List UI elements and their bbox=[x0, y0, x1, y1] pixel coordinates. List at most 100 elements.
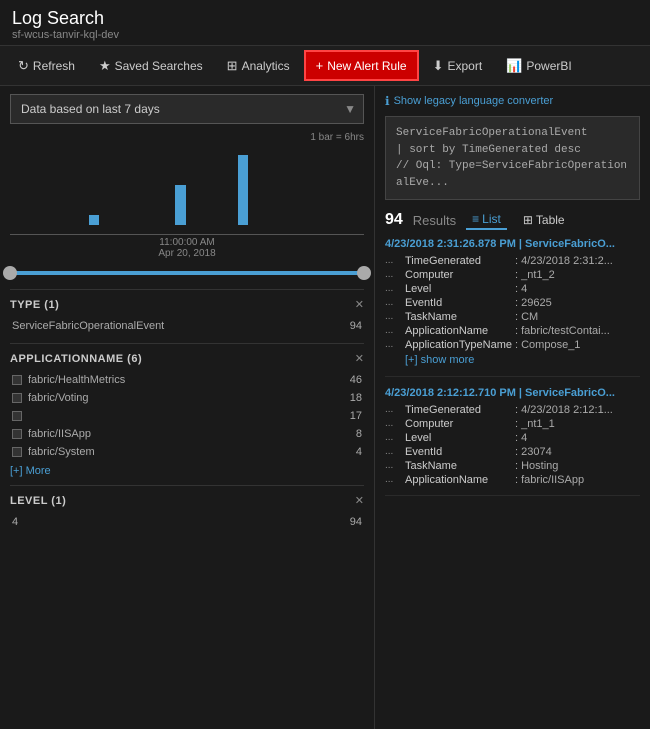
field-name: Level bbox=[405, 432, 515, 444]
type-filter-name: ServiceFabricOperationalEvent bbox=[12, 320, 164, 332]
expand-icon[interactable]: ... bbox=[385, 460, 401, 471]
result-field: ... TaskName : Hosting bbox=[385, 459, 640, 473]
chart-bar bbox=[89, 215, 99, 225]
level-filter-rows: 4 94 bbox=[10, 513, 364, 531]
show-more-button[interactable]: [+] show more bbox=[405, 352, 474, 368]
new-alert-button[interactable]: + New Alert Rule bbox=[304, 50, 419, 81]
toolbar: ↻ Refresh ★ Saved Searches ⊞ Analytics +… bbox=[0, 45, 650, 86]
list-item: fabric/HealthMetrics 46 bbox=[10, 371, 364, 389]
star-icon: ★ bbox=[99, 58, 111, 74]
expand-icon[interactable]: ... bbox=[385, 311, 401, 322]
expand-icon[interactable]: ... bbox=[385, 297, 401, 308]
type-filter-header: TYPE (1) ✕ bbox=[10, 298, 364, 313]
range-slider[interactable] bbox=[10, 263, 364, 283]
applicationname-filter-title: APPLICATIONNAME (6) bbox=[10, 353, 142, 365]
expand-icon[interactable]: ... bbox=[385, 283, 401, 294]
filter-name: fabric/Voting bbox=[28, 392, 89, 404]
type-filter-title: TYPE (1) bbox=[10, 299, 59, 311]
field-value: : Compose_1 bbox=[515, 339, 580, 351]
expand-icon[interactable]: ... bbox=[385, 418, 401, 429]
result-field: ... ApplicationName : fabric/IISApp bbox=[385, 473, 640, 487]
field-name: Computer bbox=[405, 269, 515, 281]
level-filter-close[interactable]: ✕ bbox=[355, 494, 364, 507]
filter-count: 18 bbox=[350, 392, 362, 404]
applicationname-filter-close[interactable]: ✕ bbox=[355, 352, 364, 365]
level-filter-header: LEVEL (1) ✕ bbox=[10, 494, 364, 509]
field-value: : fabric/testContai... bbox=[515, 325, 610, 337]
filter-checkbox[interactable] bbox=[12, 393, 22, 403]
expand-icon[interactable]: ... bbox=[385, 325, 401, 336]
app-title: Log Search bbox=[12, 8, 638, 29]
filter-checkbox[interactable] bbox=[12, 411, 22, 421]
field-value: : fabric/IISApp bbox=[515, 474, 584, 486]
field-value: : 4 bbox=[515, 432, 527, 444]
app-header: Log Search sf-wcus-tanvir-kql-dev bbox=[0, 0, 650, 45]
plus-icon: + bbox=[316, 58, 324, 73]
table-view-button[interactable]: ⊞ Table bbox=[517, 211, 571, 229]
field-name: ApplicationName bbox=[405, 325, 515, 337]
results-label: Results bbox=[413, 213, 456, 228]
filter-name: 4 bbox=[12, 516, 18, 528]
filter-checkbox[interactable] bbox=[12, 429, 22, 439]
result-timestamp: 4/23/2018 2:12:12.710 PM | ServiceFabric… bbox=[385, 387, 640, 399]
powerbi-button[interactable]: 📊 PowerBI bbox=[496, 52, 582, 80]
result-field: ... Level : 4 bbox=[385, 431, 640, 445]
applicationname-show-more[interactable]: [+] More bbox=[10, 465, 51, 477]
filter-count: 17 bbox=[350, 410, 362, 422]
level-filter-section: LEVEL (1) ✕ 4 94 bbox=[10, 494, 364, 531]
saved-searches-button[interactable]: ★ Saved Searches bbox=[89, 52, 213, 80]
expand-icon[interactable]: ... bbox=[385, 474, 401, 485]
analytics-button[interactable]: ⊞ Analytics bbox=[217, 52, 300, 80]
result-timestamp: 4/23/2018 2:31:26.878 PM | ServiceFabric… bbox=[385, 238, 640, 250]
powerbi-icon: 📊 bbox=[506, 58, 522, 74]
main-layout: Data based on last 7 days ▼ 1 bar = 6hrs… bbox=[0, 86, 650, 729]
date-filter: Data based on last 7 days ▼ bbox=[10, 94, 364, 124]
applicationname-filter-header: APPLICATIONNAME (6) ✕ bbox=[10, 352, 364, 367]
field-name: Level bbox=[405, 283, 515, 295]
field-name: Computer bbox=[405, 418, 515, 430]
chart-bars bbox=[10, 145, 364, 225]
table-row: 4/23/2018 2:12:12.710 PM | ServiceFabric… bbox=[385, 387, 640, 496]
field-name: ApplicationName bbox=[405, 474, 515, 486]
type-filter-close[interactable]: ✕ bbox=[355, 298, 364, 311]
field-value: : 29625 bbox=[515, 297, 552, 309]
query-box[interactable]: ServiceFabricOperationalEvent | sort by … bbox=[385, 116, 640, 200]
result-field: ... EventId : 29625 bbox=[385, 296, 640, 310]
date-select[interactable]: Data based on last 7 days bbox=[10, 94, 364, 124]
range-thumb-left[interactable] bbox=[3, 266, 17, 280]
level-filter-title: LEVEL (1) bbox=[10, 495, 66, 507]
refresh-icon: ↻ bbox=[18, 58, 29, 74]
export-button[interactable]: ⬇ Export bbox=[423, 52, 493, 80]
field-name: TimeGenerated bbox=[405, 404, 515, 416]
result-field: ... EventId : 23074 bbox=[385, 445, 640, 459]
field-value: : 4/23/2018 2:31:2... bbox=[515, 255, 613, 267]
list-view-button[interactable]: ≡ List bbox=[466, 210, 507, 230]
refresh-button[interactable]: ↻ Refresh bbox=[8, 52, 85, 80]
range-thumb-right[interactable] bbox=[357, 266, 371, 280]
field-name: TaskName bbox=[405, 311, 515, 323]
field-value: : _nt1_2 bbox=[515, 269, 555, 281]
expand-icon[interactable]: ... bbox=[385, 446, 401, 457]
filter-checkbox[interactable] bbox=[12, 375, 22, 385]
export-icon: ⬇ bbox=[433, 58, 444, 74]
right-panel: ℹ Show legacy language converter Service… bbox=[375, 86, 650, 729]
result-field: ... TaskName : CM bbox=[385, 310, 640, 324]
expand-icon[interactable]: ... bbox=[385, 269, 401, 280]
filter-checkbox[interactable] bbox=[12, 447, 22, 457]
list-item: fabric/IISApp 8 bbox=[10, 425, 364, 443]
expand-icon[interactable]: ... bbox=[385, 339, 401, 350]
expand-icon[interactable]: ... bbox=[385, 432, 401, 443]
type-filter-count: 94 bbox=[350, 320, 362, 332]
field-name: TaskName bbox=[405, 460, 515, 472]
left-panel: Data based on last 7 days ▼ 1 bar = 6hrs… bbox=[0, 86, 375, 729]
result-field: ... Level : 4 bbox=[385, 282, 640, 296]
expand-icon[interactable]: ... bbox=[385, 255, 401, 266]
divider-3 bbox=[10, 485, 364, 486]
list-icon: ≡ bbox=[472, 212, 479, 226]
filter-name: fabric/IISApp bbox=[28, 428, 91, 440]
expand-icon[interactable]: ... bbox=[385, 404, 401, 415]
table-row: 4/23/2018 2:31:26.878 PM | ServiceFabric… bbox=[385, 238, 640, 377]
list-item: fabric/System 4 bbox=[10, 443, 364, 461]
legacy-row: ℹ Show legacy language converter bbox=[385, 94, 640, 108]
result-field: ... ApplicationTypeName : Compose_1 bbox=[385, 338, 640, 352]
